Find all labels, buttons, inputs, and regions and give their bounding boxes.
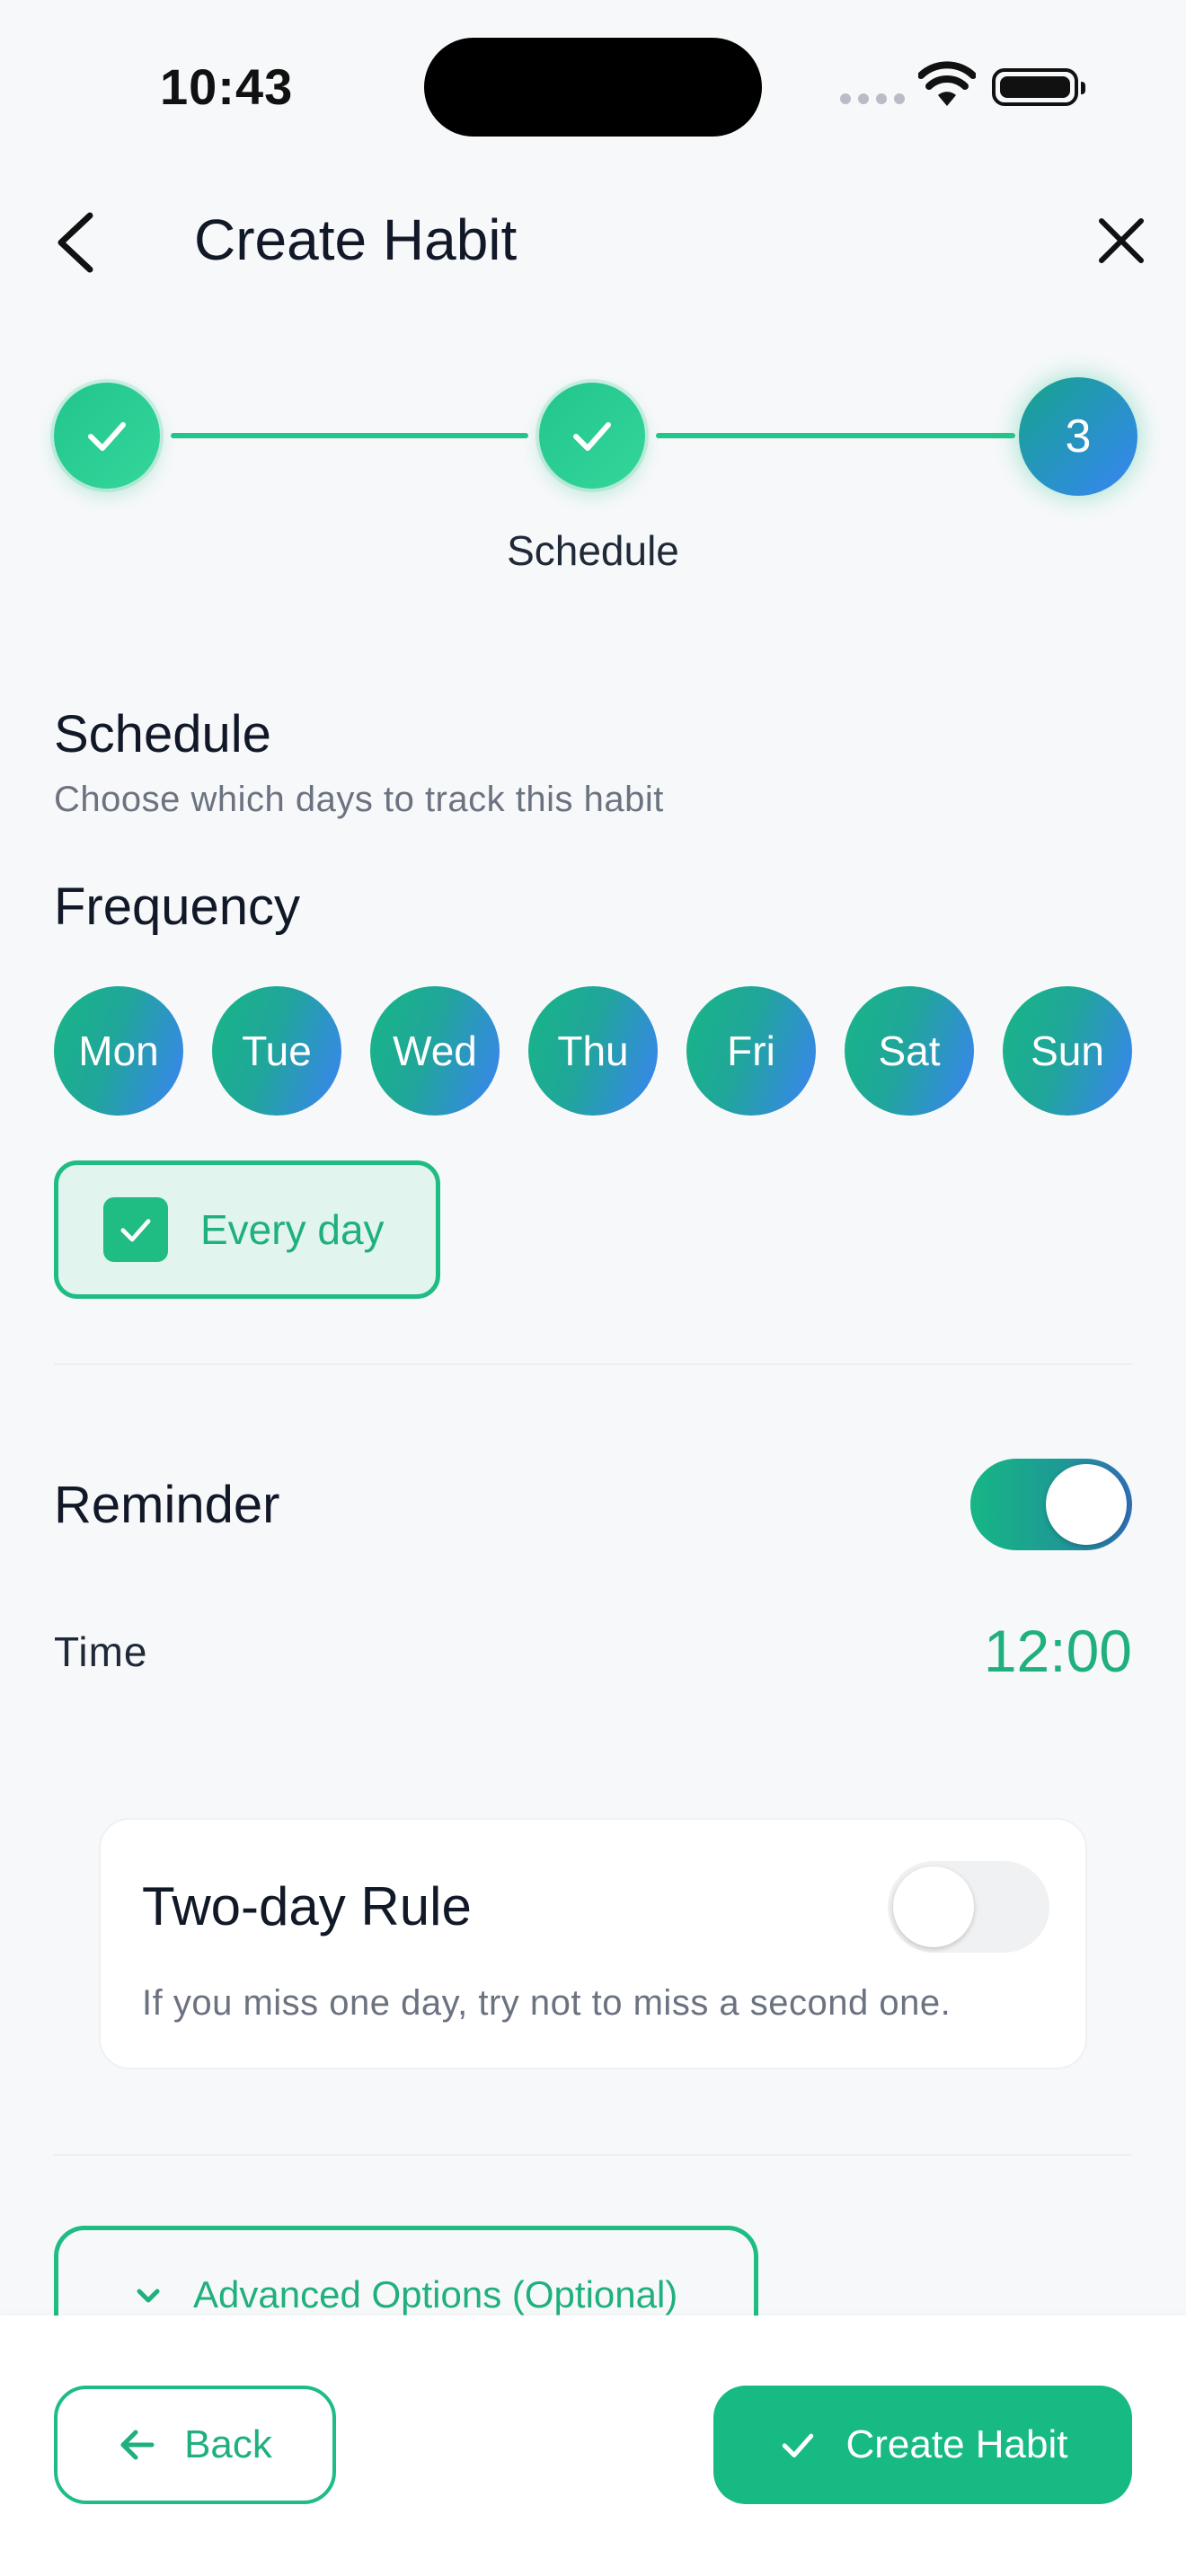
day-sun[interactable]: Sun <box>1003 986 1132 1116</box>
reminder-time-picker[interactable]: 12:00 <box>978 1617 1132 1685</box>
close-icon[interactable] <box>1096 216 1146 266</box>
section-subtitle: Choose which days to track this habit <box>54 780 664 819</box>
dynamic-island <box>424 38 762 137</box>
stepper-connector <box>656 433 1015 438</box>
two-day-rule-title: Two-day Rule <box>142 1876 472 1936</box>
reminder-label: Reminder <box>54 1476 280 1534</box>
wifi-icon <box>918 61 976 106</box>
cellular-signal-icon <box>840 93 905 104</box>
day-mon[interactable]: Mon <box>54 986 183 1116</box>
day-selector: Mon Tue Wed Thu Fri Sat Sun <box>54 986 1132 1116</box>
chevron-down-icon <box>137 2289 160 2303</box>
frequency-label: Frequency <box>54 878 301 936</box>
reminder-toggle[interactable] <box>970 1459 1132 1550</box>
day-thu[interactable]: Thu <box>528 986 658 1116</box>
toggle-knob <box>893 1866 974 1947</box>
two-day-rule-card: Two-day Rule If you miss one day, try no… <box>99 1818 1087 2069</box>
status-bar-time: 10:43 <box>160 58 294 115</box>
back-chevron-icon[interactable] <box>50 208 101 277</box>
checkmark-icon <box>88 422 126 451</box>
page-title: Create Habit <box>194 207 518 272</box>
divider <box>54 1363 1132 1365</box>
day-sat[interactable]: Sat <box>845 986 974 1116</box>
divider <box>54 2154 1132 2156</box>
create-habit-button[interactable]: Create Habit <box>713 2386 1132 2504</box>
advanced-options-label: Advanced Options (Optional) <box>193 2273 678 2316</box>
step-1-completed <box>54 383 160 489</box>
section-title: Schedule <box>54 705 271 763</box>
time-label: Time <box>54 1628 148 1675</box>
checkmark-icon <box>120 1219 151 1242</box>
create-habit-button-label: Create Habit <box>845 2422 1068 2466</box>
arrow-left-icon <box>120 2430 155 2460</box>
day-fri[interactable]: Fri <box>686 986 816 1116</box>
every-day-label: Every day <box>200 1206 385 1253</box>
day-tue[interactable]: Tue <box>212 986 341 1116</box>
current-step-label: Schedule <box>507 527 679 574</box>
day-wed[interactable]: Wed <box>370 986 500 1116</box>
back-button-label: Back <box>184 2422 272 2466</box>
toggle-knob <box>1046 1464 1127 1545</box>
stepper-connector <box>171 433 528 438</box>
step-3-current: 3 <box>1019 377 1137 496</box>
checkmark-icon <box>573 422 611 451</box>
back-button[interactable]: Back <box>54 2386 336 2504</box>
battery-icon <box>992 68 1085 106</box>
step-2-completed <box>539 383 645 489</box>
every-day-toggle[interactable]: Every day <box>54 1160 440 1299</box>
checkmark-icon <box>783 2433 814 2457</box>
two-day-rule-toggle[interactable] <box>888 1861 1049 1953</box>
two-day-rule-description: If you miss one day, try not to miss a s… <box>142 1983 951 2023</box>
every-day-checkbox[interactable] <box>103 1197 168 1262</box>
